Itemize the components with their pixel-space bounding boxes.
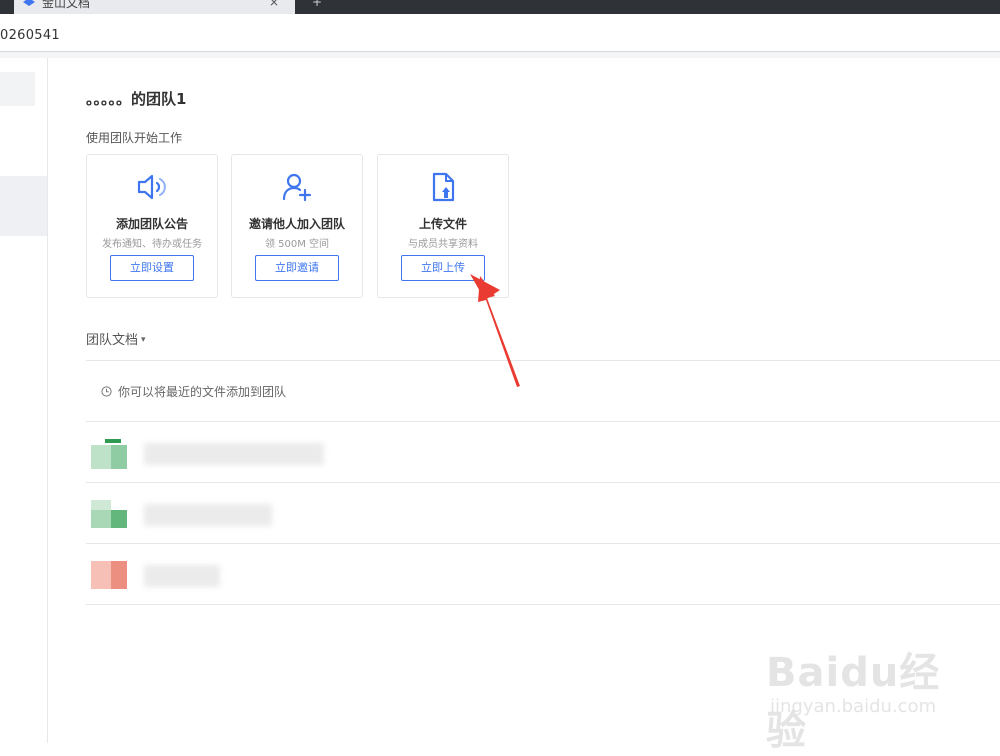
- tab-close-icon[interactable]: ×: [269, 0, 279, 9]
- address-bar[interactable]: 0260541: [0, 14, 1000, 52]
- card-title: 邀请他人加入团队: [248, 217, 345, 231]
- address-text[interactable]: 0260541: [0, 28, 60, 43]
- set-announcement-button[interactable]: 立即设置: [110, 255, 194, 281]
- speaker-icon: [137, 174, 166, 200]
- upload-now-button[interactable]: 立即上传: [401, 255, 485, 281]
- toolbar-divider: [0, 52, 1000, 58]
- hint-text: 你可以将最近的文件添加到团队: [118, 385, 287, 399]
- team-docs-dropdown[interactable]: 团队文档 ▾: [86, 329, 146, 348]
- spreadsheet-icon: [91, 439, 127, 469]
- file-name-blurred: [144, 504, 272, 526]
- card-upload-file: 上传文件 与成员共享资料 立即上传: [377, 154, 509, 298]
- card-description: 发布通知、待办或任务: [102, 239, 202, 250]
- file-name-blurred: [144, 443, 324, 465]
- card-invite-members: 邀请他人加入团队 领 500M 空间 立即邀请: [231, 154, 363, 298]
- file-row[interactable]: [86, 482, 1000, 543]
- browser-tab[interactable]: 金山文档 ×: [14, 0, 295, 14]
- annotation-arrow-icon: [470, 274, 520, 387]
- watermark-url: jingyan.baidu.com: [770, 696, 937, 717]
- card-description: 领 500M 空间: [264, 239, 330, 250]
- presentation-icon: [91, 561, 127, 589]
- baidu-watermark: Baidu经验 jingyan.baidu.com: [766, 636, 948, 754]
- caret-down-icon: ▾: [141, 335, 146, 345]
- new-tab-button[interactable]: +: [312, 0, 322, 9]
- recent-files-hint: 你可以将最近的文件添加到团队: [101, 383, 286, 400]
- divider: [86, 604, 1000, 605]
- card-team-announcement: 添加团队公告 发布通知、待办或任务 立即设置: [86, 154, 218, 298]
- invite-button[interactable]: 立即邀请: [255, 255, 339, 281]
- sidebar-item[interactable]: [0, 72, 35, 106]
- team-docs-label: 团队文档: [86, 333, 139, 348]
- sidebar-item-active[interactable]: [0, 176, 47, 236]
- team-title: 。。。。。的团队1: [86, 90, 187, 108]
- left-sidebar: [0, 58, 48, 743]
- browser-tab-bar: 金山文档 × +: [0, 0, 1000, 14]
- file-row[interactable]: [86, 543, 1000, 604]
- tab-title: 金山文档: [42, 0, 91, 10]
- add-user-icon: [282, 173, 312, 202]
- card-description: 与成员共享资料: [408, 239, 478, 250]
- upload-file-icon: [432, 172, 455, 202]
- card-title: 添加团队公告: [115, 217, 188, 231]
- file-name-blurred: [144, 565, 220, 587]
- file-row[interactable]: [86, 421, 1000, 482]
- app-logo-icon: [23, 0, 35, 6]
- card-title: 上传文件: [418, 217, 467, 231]
- divider: [86, 360, 1000, 361]
- start-working-label: 使用团队开始工作: [86, 131, 183, 145]
- clock-icon: [101, 386, 112, 397]
- spreadsheet-icon: [91, 500, 127, 528]
